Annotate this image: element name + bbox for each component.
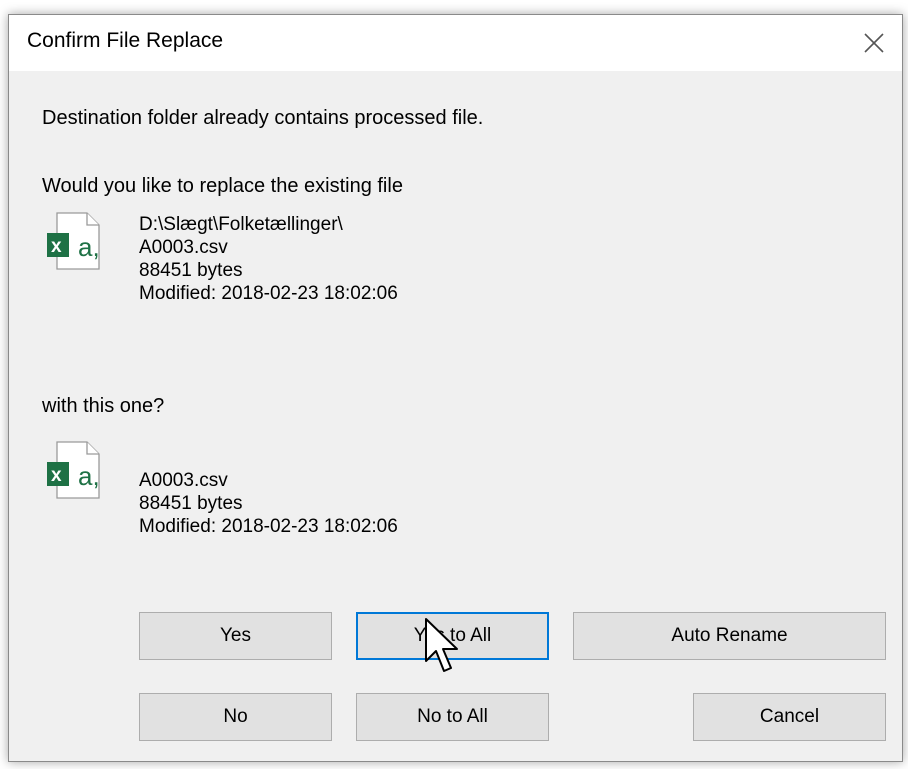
excel-csv-file-icon: a, x xyxy=(47,441,100,499)
yes-button[interactable]: Yes xyxy=(139,612,332,660)
new-file-modified: Modified: 2018-02-23 18:02:06 xyxy=(139,516,398,537)
no-button[interactable]: No xyxy=(139,693,332,741)
existing-file-path: D:\Slægt\Folketællinger\ xyxy=(139,214,343,235)
existing-file-name: A0003.csv xyxy=(139,237,228,258)
close-button[interactable] xyxy=(846,15,902,71)
svg-text:x: x xyxy=(51,236,62,257)
window-title: Confirm File Replace xyxy=(27,29,224,52)
existing-file-info: D:\Slægt\Folketællinger\ A0003.csv 88451… xyxy=(139,213,398,305)
close-icon xyxy=(864,33,884,53)
confirm-file-replace-dialog: Confirm File Replace Destination folder … xyxy=(8,14,903,762)
excel-csv-file-icon: a, x xyxy=(47,212,100,270)
svg-text:a,: a, xyxy=(78,232,100,262)
no-to-all-button[interactable]: No to All xyxy=(356,693,549,741)
existing-file-modified: Modified: 2018-02-23 18:02:06 xyxy=(139,283,398,304)
dialog-content: Destination folder already contains proc… xyxy=(9,71,902,761)
svg-text:x: x xyxy=(51,465,62,486)
destination-message: Destination folder already contains proc… xyxy=(42,107,484,129)
new-file-name: A0003.csv xyxy=(139,470,228,491)
existing-file-size: 88451 bytes xyxy=(139,260,243,281)
cancel-button[interactable]: Cancel xyxy=(693,693,886,741)
new-file-size: 88451 bytes xyxy=(139,493,243,514)
replace-question: Would you like to replace the existing f… xyxy=(42,175,403,197)
with-this-one-label: with this one? xyxy=(42,395,165,417)
title-bar[interactable]: Confirm File Replace xyxy=(9,15,902,71)
yes-to-all-button[interactable]: Yes to All xyxy=(356,612,549,660)
new-file-info: A0003.csv 88451 bytes Modified: 2018-02-… xyxy=(139,469,398,538)
svg-text:a,: a, xyxy=(78,461,100,491)
auto-rename-button[interactable]: Auto Rename xyxy=(573,612,886,660)
